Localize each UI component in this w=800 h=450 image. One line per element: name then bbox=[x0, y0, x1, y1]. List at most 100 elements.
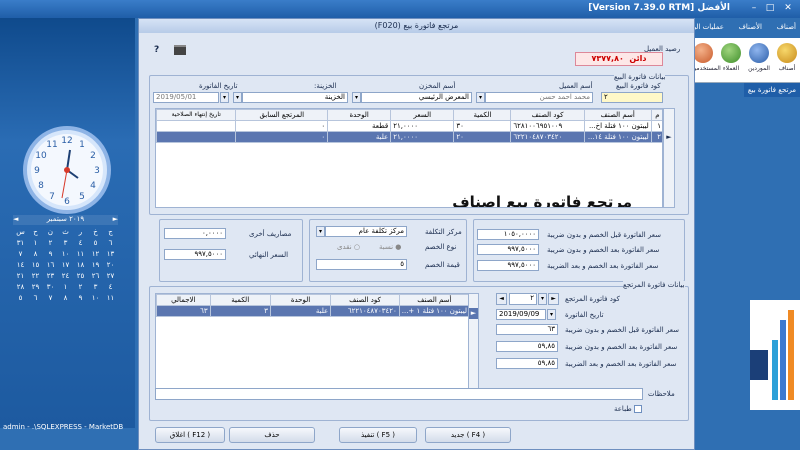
grid-header-5[interactable]: الوحدة bbox=[327, 109, 392, 121]
return-header-2[interactable]: الوحدة bbox=[269, 294, 332, 306]
calendar-day[interactable]: ١ bbox=[28, 239, 43, 247]
calendar-day[interactable]: ١٤ bbox=[13, 261, 28, 269]
grid-cell[interactable]: ٢ bbox=[650, 131, 662, 143]
menu-item-products[interactable]: الأصناف bbox=[739, 23, 762, 31]
save-button[interactable]: تنفيذ ( F5 ) bbox=[339, 427, 417, 443]
grid-cell[interactable]: ٠ bbox=[235, 120, 329, 132]
return-cell[interactable]: ليبتون ١٠٠ فتلة ١ +... bbox=[398, 305, 471, 317]
other-expenses-input[interactable]: ٠,٠٠٠٠ bbox=[164, 228, 226, 239]
calendar-day[interactable]: ١٢ bbox=[88, 250, 103, 258]
calendar-day[interactable]: ٣٠ bbox=[43, 283, 58, 291]
return-header-3[interactable]: الكمية bbox=[209, 294, 271, 306]
grid-header-2[interactable]: كود الصنف bbox=[510, 109, 585, 121]
help-icon[interactable]: ? bbox=[154, 45, 159, 55]
customer-name-input[interactable]: محمد احمد حسن bbox=[485, 92, 593, 103]
calendar-day[interactable]: ٩ bbox=[43, 250, 58, 258]
suppliers-button[interactable]: الموردين bbox=[746, 41, 772, 79]
print-checkbox[interactable] bbox=[634, 405, 642, 413]
close-app-button[interactable]: ✕ bbox=[782, 2, 794, 14]
grid-cell[interactable]: ليبتون ١٠٠ فتلة اخ... bbox=[583, 120, 652, 132]
cost-center-select[interactable]: مركز تكلفة عام bbox=[325, 226, 407, 237]
grid-header-0[interactable]: م bbox=[650, 109, 662, 121]
return-header-1[interactable]: كود الصنف bbox=[330, 294, 400, 306]
calendar-day[interactable]: ٧ bbox=[13, 250, 28, 258]
calendar-day[interactable]: ٢٨ bbox=[13, 283, 28, 291]
grid-cell[interactable]: ٢٠ bbox=[453, 131, 512, 143]
safe-dropdown-button[interactable]: ▾ bbox=[233, 92, 242, 103]
close-dialog-button[interactable]: اغلاق ( F12 ) bbox=[155, 427, 225, 443]
calendar-day[interactable]: ٤ bbox=[73, 239, 88, 247]
calendar-day[interactable]: ٧ bbox=[43, 294, 58, 302]
side-tab-sales-return[interactable]: مرتجع فاتورة بيع bbox=[744, 83, 800, 97]
table-row[interactable]: ١ ليبتون ١٠٠ فتلة اخ... ٦٢٨١٠٠٦٩٥١٠٠٩ ٣٠ ٢١,… bbox=[156, 120, 662, 132]
calendar-day[interactable]: ٩ bbox=[73, 294, 88, 302]
calendar-day[interactable]: ٢٩ bbox=[28, 283, 43, 291]
menu-item-items[interactable]: أصناف bbox=[777, 23, 796, 31]
grid-cell[interactable]: علبة bbox=[327, 131, 392, 143]
calendar-day[interactable]: ٢ bbox=[43, 239, 58, 247]
calendar-day[interactable]: ٦ bbox=[28, 294, 43, 302]
calendar-prev-button[interactable]: ◄ bbox=[13, 215, 18, 225]
grid-cell[interactable] bbox=[156, 131, 237, 143]
return-items-grid[interactable]: أسم الصنف كود الصنف الوحدة الكمية الاجمالي ل… bbox=[155, 293, 479, 397]
table-row[interactable]: ٢ ليبتون ١٠٠ فتلة ١٤... ٦٢٢١٠٤٨٧٠٣٤٢٠ ٢٠ ٢١,… bbox=[156, 131, 662, 143]
return-cell[interactable]: علبة bbox=[269, 305, 332, 317]
calendar-day[interactable]: ٥ bbox=[88, 239, 103, 247]
discount-percent-radio[interactable]: ● نسبة bbox=[379, 243, 401, 251]
calendar-day[interactable]: ١٥ bbox=[28, 261, 43, 269]
table-row[interactable]: ليبتون ١٠٠ فتلة ١ +... ٦٢٢١٠٤٨٧٠٣٤٢٠ علبة ٣… bbox=[156, 305, 471, 317]
maximize-button[interactable]: □ bbox=[764, 2, 776, 14]
grid-header-6[interactable]: المرتجع السابق bbox=[235, 109, 329, 121]
grid-header-4[interactable]: السعر bbox=[390, 109, 455, 121]
calendar-day[interactable]: ٢٤ bbox=[58, 272, 73, 280]
calendar-day[interactable]: ٣ bbox=[58, 239, 73, 247]
grid-cell[interactable]: ٢١,٠٠٠٠ bbox=[390, 131, 455, 143]
grid-cell[interactable]: ٣٠ bbox=[453, 120, 512, 132]
calendar-day[interactable]: ٢٠ bbox=[103, 261, 118, 269]
return-prev-button[interactable]: ◄ bbox=[496, 293, 507, 305]
calendar-next-button[interactable]: ► bbox=[113, 215, 118, 225]
calendar-day[interactable]: ٢٢ bbox=[28, 272, 43, 280]
invoice-items-grid[interactable]: م أسم الصنف كود الصنف الكمية السعر الوحدة المر… bbox=[155, 108, 663, 208]
return-date-input[interactable]: 2019/09/09 bbox=[496, 309, 546, 320]
return-cell[interactable]: ٣ bbox=[209, 305, 271, 317]
calendar-day[interactable]: ٢٥ bbox=[73, 272, 88, 280]
grid-header-1[interactable]: أسم الصنف bbox=[583, 109, 652, 121]
grid-header-7[interactable]: تاريخ إنتهاء الصلاحية bbox=[156, 109, 237, 121]
calendar-day[interactable]: ١٩ bbox=[88, 261, 103, 269]
calendar-day[interactable]: ٣ bbox=[88, 283, 103, 291]
return-code-input[interactable]: ٢ bbox=[509, 293, 537, 305]
calendar-day[interactable]: ١٠ bbox=[58, 250, 73, 258]
grid-cell[interactable]: ١ bbox=[650, 120, 662, 132]
calendar-day[interactable]: ١٧ bbox=[58, 261, 73, 269]
grid-cell[interactable]: ٦٢٨١٠٠٦٩٥١٠٠٩ bbox=[510, 120, 585, 132]
calendar-day[interactable]: ٢٧ bbox=[103, 272, 118, 280]
calendar-day[interactable]: ١ bbox=[58, 283, 73, 291]
new-button[interactable]: جديد ( F4 ) bbox=[425, 427, 511, 443]
calendar-day[interactable]: ٢ bbox=[73, 283, 88, 291]
store-select[interactable]: المعرض الرئيسي bbox=[361, 92, 472, 103]
calendar-day[interactable]: ١٦ bbox=[43, 261, 58, 269]
discount-value-input[interactable]: ٥ bbox=[316, 259, 407, 270]
grid-cell[interactable]: ٠ bbox=[235, 131, 329, 143]
notes-input[interactable] bbox=[155, 388, 643, 400]
calendar-day[interactable]: ٨ bbox=[28, 250, 43, 258]
safe-select[interactable]: الخزينة bbox=[242, 92, 348, 103]
calendar-day[interactable]: ١١ bbox=[103, 294, 118, 302]
calendar-day[interactable]: ٢٣ bbox=[43, 272, 58, 280]
customer-dropdown-button[interactable]: ▾ bbox=[476, 92, 485, 103]
items-button[interactable]: أصناف bbox=[774, 41, 800, 79]
return-next-button[interactable]: ► bbox=[548, 293, 559, 305]
calendar-day[interactable]: ١١ bbox=[73, 250, 88, 258]
grid-header-3[interactable]: الكمية bbox=[453, 109, 512, 121]
calendar-day[interactable]: ٥ bbox=[13, 294, 28, 302]
calendar-day[interactable]: ١٣ bbox=[103, 250, 118, 258]
return-code-dropdown-button[interactable]: ▾ bbox=[538, 293, 547, 305]
return-header-0[interactable]: أسم الصنف bbox=[398, 294, 471, 306]
cost-center-dropdown-button[interactable]: ▾ bbox=[316, 226, 325, 237]
video-icon[interactable] bbox=[173, 44, 187, 56]
calendar-day[interactable]: ٤ bbox=[103, 283, 118, 291]
invoice-code-input[interactable]: ٢ bbox=[601, 92, 663, 103]
customers-button[interactable]: العملاء bbox=[718, 41, 744, 79]
return-header-4[interactable]: الاجمالي bbox=[156, 294, 211, 306]
